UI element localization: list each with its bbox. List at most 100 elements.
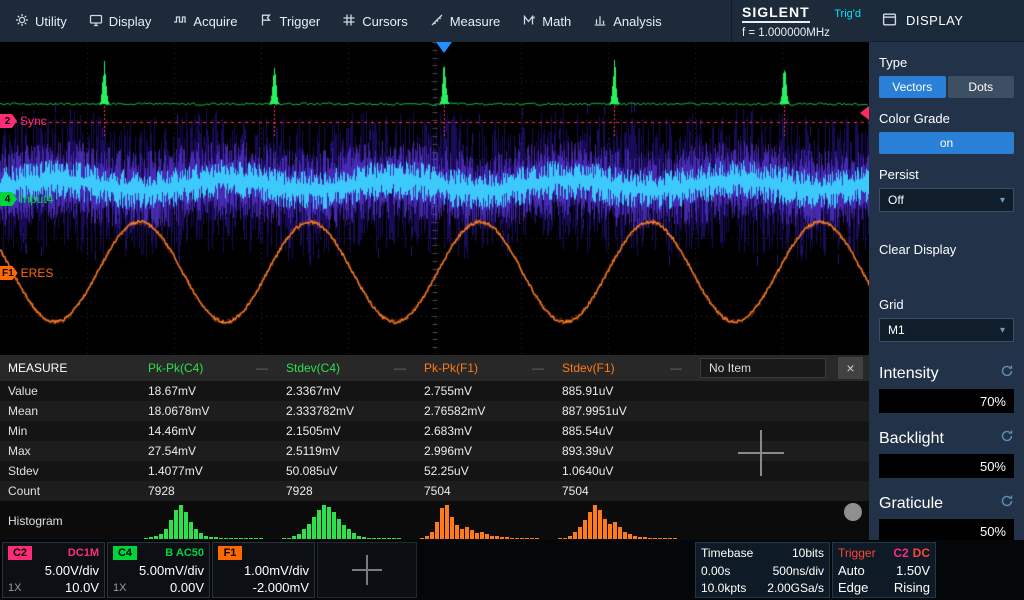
measure-column-no-item[interactable]: No Item [700, 358, 826, 378]
drag-handle[interactable] [844, 503, 862, 521]
menu: Utility Display Acquire Trigger Cursors … [0, 0, 731, 42]
adc-bits: 10bits [792, 546, 824, 560]
panel-icon [882, 12, 897, 30]
measure-column-stdev-c4[interactable]: Stdev(C4) [278, 361, 416, 375]
reset-icon[interactable] [1000, 364, 1014, 383]
color-grade-toggle[interactable]: on [879, 132, 1014, 154]
table-row: Count 7928 7928 7504 7504 [0, 481, 869, 501]
trigger-panel[interactable]: Trigger C2 DC Auto 1.50V Edge Rising [832, 542, 936, 598]
trigger-mode: Auto [838, 563, 865, 578]
sample-rate: 2.00GSa/s [767, 581, 824, 595]
timebase-panel[interactable]: Timebase 10bits 0.00s 500ns/div 10.0kpts… [695, 542, 830, 598]
oscilloscope-screen: Utility Display Acquire Trigger Cursors … [0, 0, 1024, 600]
menu-label: Utility [35, 14, 67, 29]
waveform-display[interactable]: 2 Sync 4 Input4 F1 ERES [0, 42, 869, 355]
waveform-canvas[interactable] [0, 42, 869, 355]
grid-label: Grid [879, 297, 1014, 312]
channel-tag-c4[interactable]: C4 [113, 546, 137, 560]
bottom-status-bar: C2 DC1M 5.00V/div 1X 10.0V C4 B AC50 5.0… [0, 540, 1024, 600]
menu-utility[interactable]: Utility [4, 0, 78, 42]
scale-c2: 5.00V/div [8, 562, 99, 579]
backlight-label: Backlight [879, 430, 944, 448]
memory-depth: 10.0kpts [701, 581, 746, 595]
probe-c2: 1X [8, 582, 21, 594]
channel-panel-f1[interactable]: F1 1.00mV/div -2.000mV [212, 542, 315, 598]
flag-icon [259, 13, 273, 30]
probe-c4: 1X [113, 582, 126, 594]
trigger-source: C2 [893, 546, 908, 560]
offset-c4: 0.00V [170, 580, 204, 595]
menu-analysis[interactable]: Analysis [582, 0, 672, 42]
chevron-down-icon: ▾ [1000, 325, 1005, 336]
scale-c4: 5.00mV/div [113, 562, 204, 579]
channel-marker[interactable]: F1 [0, 266, 18, 280]
grid-dropdown[interactable]: M1 ▾ [879, 318, 1014, 342]
display-icon [89, 13, 103, 30]
measure-column-stdev-f1[interactable]: Stdev(F1) [554, 361, 692, 375]
menu-label: Display [109, 14, 152, 29]
intensity-value[interactable]: 70% [879, 389, 1014, 413]
top-menu-bar: Utility Display Acquire Trigger Cursors … [0, 0, 869, 42]
channel-tag-f1[interactable]: F1 [218, 546, 242, 560]
trigger-level: 1.50V [896, 563, 930, 578]
backlight-value[interactable]: 50% [879, 454, 1014, 478]
menu-label: Analysis [613, 14, 661, 29]
menu-math[interactable]: Math [511, 0, 582, 42]
menu-trigger[interactable]: Trigger [248, 0, 331, 42]
add-channel-panel[interactable] [317, 542, 417, 598]
trigger-slope: Rising [894, 580, 930, 595]
histogram-stdev-f1 [554, 504, 692, 540]
channel-label-sync[interactable]: 2 Sync [0, 114, 47, 128]
measure-title: MEASURE [0, 361, 140, 375]
gear-icon [15, 13, 29, 30]
graticule-value[interactable]: 50% [879, 519, 1014, 540]
measure-column-pkpk-f1[interactable]: Pk-Pk(F1) [416, 361, 554, 375]
histogram-stdev-c4 [278, 504, 416, 540]
persist-label: Persist [879, 167, 1014, 182]
measure-table: MEASURE Pk-Pk(C4) Stdev(C4) Pk-Pk(F1) St… [0, 355, 869, 540]
offset-f1: -2.000mV [253, 580, 309, 595]
channel-label-eres[interactable]: F1 ERES [0, 266, 53, 280]
add-channel-plus-icon[interactable] [352, 555, 382, 585]
reset-icon[interactable] [1000, 494, 1014, 513]
trigger-position-marker[interactable] [436, 42, 452, 53]
vectors-button[interactable]: Vectors [879, 76, 946, 98]
dots-button[interactable]: Dots [948, 76, 1015, 98]
cursors-icon [342, 13, 356, 30]
add-measure-crosshair-icon[interactable] [738, 430, 784, 476]
menu-label: Trigger [279, 14, 320, 29]
menu-acquire[interactable]: Acquire [162, 0, 248, 42]
measure-column-pkpk-c4[interactable]: Pk-Pk(C4) [140, 361, 278, 375]
channel-panel-c2[interactable]: C2 DC1M 5.00V/div 1X 10.0V [2, 542, 105, 598]
table-row: Mean 18.0678mV 2.333782mV 2.76582mV 887.… [0, 401, 869, 421]
type-label: Type [879, 55, 1014, 70]
channel-tag-c2[interactable]: C2 [8, 546, 32, 560]
menu-measure[interactable]: Measure [419, 0, 512, 42]
channel-label-input4[interactable]: 4 Input4 [0, 192, 53, 206]
trigger-level-marker[interactable] [860, 106, 869, 120]
close-measure-button[interactable]: × [838, 357, 863, 379]
persist-dropdown[interactable]: Off ▾ [879, 188, 1014, 212]
menu-cursors[interactable]: Cursors [331, 0, 419, 42]
clear-display-button[interactable]: Clear Display [879, 242, 1014, 257]
timebase-delay: 0.00s [701, 564, 730, 578]
trigger-coupling: DC [913, 546, 930, 560]
menu-display[interactable]: Display [78, 0, 163, 42]
graticule-label: Graticule [879, 495, 943, 513]
menu-label: Cursors [362, 14, 408, 29]
trigger-label: Trigger [838, 546, 876, 560]
type-selector: Vectors Dots [879, 76, 1014, 98]
channel-marker[interactable]: 2 [0, 114, 17, 128]
display-settings-panel: DISPLAY Type Vectors Dots Color Grade on… [869, 0, 1024, 540]
channel-marker[interactable]: 4 [0, 192, 17, 206]
channel-panel-c4[interactable]: C4 B AC50 5.00mV/div 1X 0.00V [107, 542, 210, 598]
status-area: SIGLENT Trig'd f = 1.000000MHz [731, 0, 869, 42]
chevron-down-icon: ▾ [1000, 195, 1005, 206]
trigger-status: Trig'd [834, 8, 861, 20]
panel-header[interactable]: DISPLAY [869, 0, 1024, 42]
intensity-label: Intensity [879, 365, 939, 383]
reset-icon[interactable] [1000, 429, 1014, 448]
math-icon [522, 13, 536, 30]
panel-title: DISPLAY [906, 13, 963, 28]
color-grade-label: Color Grade [879, 111, 1014, 126]
